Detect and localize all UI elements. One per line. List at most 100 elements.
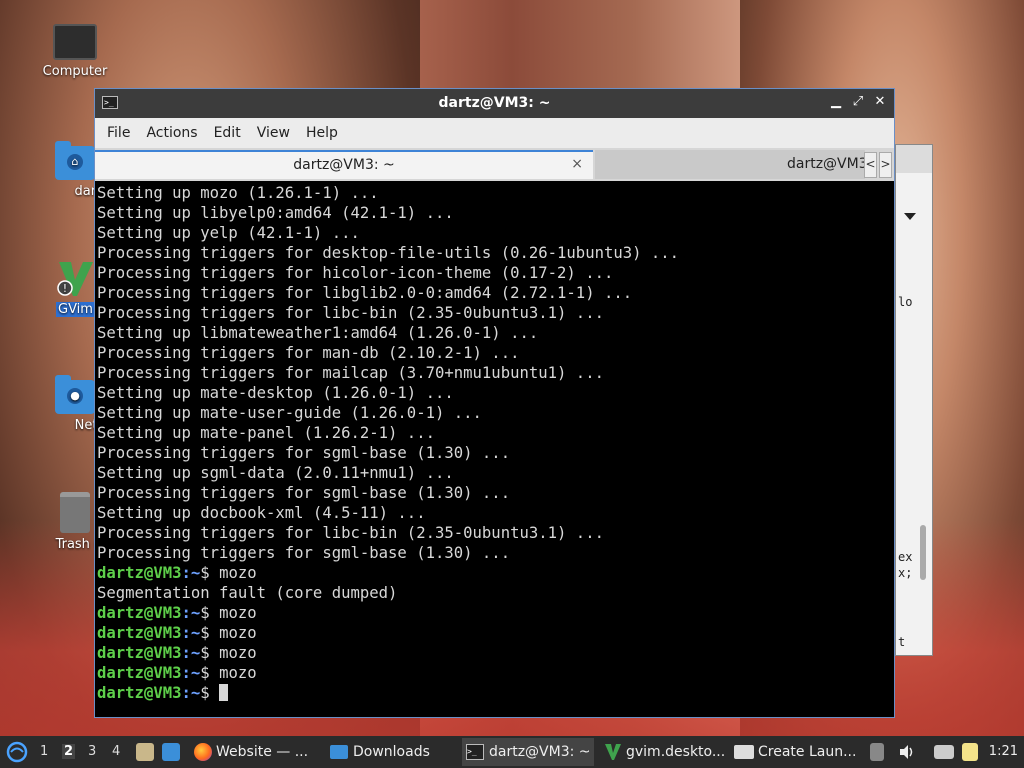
task-create-launcher[interactable]: Create Laun... [734,738,860,766]
task-downloads[interactable]: Downloads [330,738,454,766]
prompt-line: dartz@VM3:~$ [97,683,894,703]
prompt-user: dartz@VM3 [97,684,182,702]
workspace-4[interactable]: 4 [112,744,120,759]
workspace-3[interactable]: 3 [88,744,96,759]
network-folder-icon: ● [55,375,95,414]
clock[interactable]: 1:21 [989,744,1018,759]
svg-text:!: ! [63,282,67,295]
terminal-window[interactable]: >_ dartz@VM3: ~ ▁ ⤢ ✕ File Actions Edit … [94,88,895,718]
menu-file[interactable]: File [99,125,138,141]
tab-close-button[interactable]: × [571,156,583,172]
scrollbar[interactable] [920,525,926,580]
console-line: Setting up mate-panel (1.26.2-1) ... [97,424,435,442]
window-titlebar[interactable]: >_ dartz@VM3: ~ ▁ ⤢ ✕ [95,89,894,118]
dropdown-arrow-icon[interactable] [904,213,916,220]
command-text: mozo [219,604,257,622]
prompt-line: dartz@VM3:~$ mozo [97,663,894,683]
notes-icon [962,743,978,761]
task-terminal[interactable]: >_ dartz@VM3: ~ [462,738,594,766]
menu-view[interactable]: View [249,125,298,141]
prompt-path: :~ [181,684,201,702]
task-label: gvim.deskto... [626,744,726,760]
background-window-text: lo [898,295,913,309]
console-line: Setting up libmateweather1:amd64 (1.26.0… [97,324,539,342]
desktop-icon-label: Computer [42,64,108,79]
tray-updates[interactable] [870,736,890,768]
workspace-1[interactable]: 1 [40,744,48,759]
maximize-button[interactable]: ⤢ [850,93,866,111]
minimize-button[interactable]: ▁ [828,93,844,111]
home-folder-icon: ⌂ [55,141,95,180]
prompt-symbol: $ [200,644,220,662]
workspace-2[interactable]: 2 [62,744,76,759]
prompt-path: :~ [181,664,201,682]
tray-network[interactable] [934,736,960,768]
background-window-titlebar [896,145,932,173]
launcher-desktop[interactable] [162,736,186,768]
prompt-path: :~ [181,624,201,642]
volume-icon [900,745,913,759]
console-line: Setting up docbook-xml (4.5-11) ... [97,504,426,522]
start-menu-button[interactable] [6,736,28,768]
command-text: mozo [219,624,257,642]
show-desktop-icon [162,743,180,761]
window-title: dartz@VM3: ~ [438,95,551,111]
network-icon [934,745,954,759]
tray-notes[interactable] [962,736,984,768]
prompt-symbol: $ [200,684,220,702]
folder-icon [330,745,348,759]
console-line: Setting up mozo (1.26.1-1) ... [97,184,379,202]
command-text: mozo [219,564,257,582]
menubar: File Actions Edit View Help [95,118,894,148]
prompt-user: dartz@VM3 [97,604,182,622]
terminal-icon: >_ [466,744,484,760]
close-button[interactable]: ✕ [872,93,888,111]
prompt-symbol: $ [200,664,220,682]
console-line: Setting up yelp (42.1-1) ... [97,224,360,242]
prompt-user: dartz@VM3 [97,564,182,582]
console-line: Processing triggers for libc-bin (2.35-0… [97,304,604,322]
console-line: Setting up sgml-data (2.0.11+nmu1) ... [97,464,454,482]
prompt-symbol: $ [200,564,220,582]
desktop-icon-label: GVim [56,302,95,317]
background-window[interactable]: lo ex x; t [895,144,933,656]
tab-active[interactable]: dartz@VM3: ~ × [95,150,593,179]
taskbar: 1 2 3 4 Website — ... Downloads >_ dartz… [0,736,1024,768]
terminal-output[interactable]: Setting up mozo (1.26.1-1) ... Setting up… [95,181,894,717]
task-label: Website — ... [216,744,309,760]
tray-volume[interactable] [898,736,916,768]
console-line: Setting up mate-user-guide (1.26.0-1) ..… [97,404,482,422]
prompt-line: dartz@VM3:~$ mozo [97,643,894,663]
vim-icon: ! [55,258,95,298]
prompt-user: dartz@VM3 [97,664,182,682]
desktop-icon-computer[interactable]: Computer [30,24,120,79]
task-firefox[interactable]: Website — ... [194,738,318,766]
command-text: mozo [219,664,257,682]
prompt-line: dartz@VM3:~$ mozo [97,563,894,583]
background-window-text: x; [898,566,913,580]
prompt-path: :~ [181,604,201,622]
task-label: Downloads [353,744,430,760]
command-text: mozo [219,644,257,662]
tab-label: dartz@VM3 [787,156,868,172]
menu-help[interactable]: Help [298,125,346,141]
tab-label: dartz@VM3: ~ [293,157,395,173]
prompt-user: dartz@VM3 [97,624,182,642]
tab-scroll-right-button[interactable]: > [879,152,892,178]
firefox-icon [194,743,212,761]
task-gvim[interactable]: gvim.deskto... [604,738,728,766]
console-line: Processing triggers for libc-bin (2.35-0… [97,524,604,542]
update-icon [870,743,884,761]
console-line: Processing triggers for desktop-file-uti… [97,244,680,262]
launcher-files[interactable] [136,736,160,768]
menu-actions[interactable]: Actions [138,125,205,141]
tab-inactive[interactable]: dartz@VM3 [595,150,868,179]
task-label: Create Laun... [758,744,857,760]
computer-icon [53,24,97,60]
prompt-path: :~ [181,564,201,582]
prompt-user: dartz@VM3 [97,644,182,662]
console-line: Processing triggers for sgml-base (1.30)… [97,544,511,562]
console-line: Processing triggers for hicolor-icon-the… [97,264,614,282]
tab-scroll-left-button[interactable]: < [864,152,877,178]
menu-edit[interactable]: Edit [206,125,249,141]
